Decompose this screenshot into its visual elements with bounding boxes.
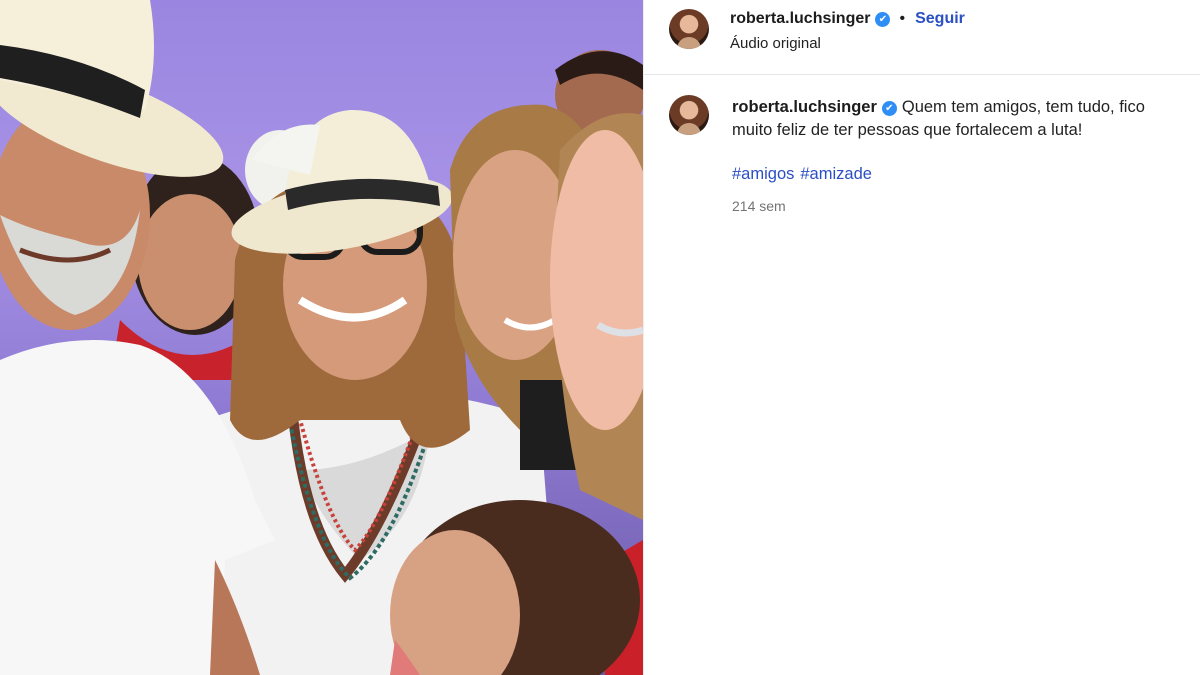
caption-avatar[interactable] [669,95,709,135]
audio-label[interactable]: Áudio original [730,35,821,52]
hashtag-link[interactable]: #amigos [732,165,794,183]
follow-button[interactable]: Seguir [915,10,965,27]
post-photo[interactable] [0,0,643,675]
hashtag-link[interactable]: #amizade [800,165,872,183]
avatar-shirt [677,37,701,49]
post-header: roberta.luchsinger ✔ • Seguir Áudio origina… [644,0,1200,75]
author-avatar[interactable] [669,9,709,49]
post-timestamp[interactable]: 214 sem [732,198,786,214]
verified-badge-icon: ✔ [881,101,897,116]
instagram-post: roberta.luchsinger ✔ • Seguir Áudio origina… [0,0,1200,675]
caption-text-block: roberta.luchsinger ✔ Quem tem amigos, tem … [732,96,1182,142]
avatar-shirt [677,123,701,135]
post-side-panel: roberta.luchsinger ✔ • Seguir Áudio origina… [643,0,1200,675]
header-row: roberta.luchsinger ✔ • Seguir [730,10,965,28]
group-photo-illustration [0,0,643,675]
author-username[interactable]: roberta.luchsinger [730,10,870,27]
separator-dot: • [899,10,906,27]
hashtag-list: #amigos #amizade [732,165,878,184]
caption-username[interactable]: roberta.luchsinger [732,98,877,116]
verified-badge-icon: ✔ [875,12,891,27]
